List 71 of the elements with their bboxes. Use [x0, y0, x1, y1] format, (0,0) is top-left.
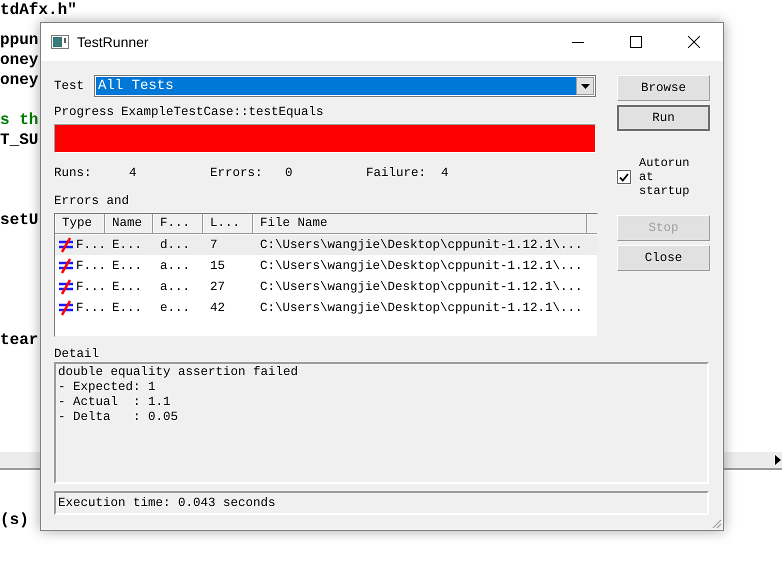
code-line: oney: [0, 50, 38, 70]
stat-label: Failure:: [366, 164, 428, 182]
table-cell-text: 15: [210, 258, 226, 275]
column-header[interactable]: Name: [105, 214, 153, 233]
table-cell-text: d...: [160, 236, 190, 254]
code-line: T_SU: [0, 130, 38, 150]
stat-value: 4: [441, 164, 449, 182]
code-line: s th: [0, 110, 38, 130]
table-cell-text: a...: [160, 258, 190, 275]
test-dropdown[interactable]: All Tests: [94, 75, 596, 97]
stat-label: Runs:: [54, 164, 93, 182]
table-cell-text: F...: [76, 258, 106, 275]
table-cell-text: 7: [210, 236, 218, 254]
table-cell-text: F...: [76, 300, 106, 317]
not-equal-icon: [58, 237, 74, 253]
table-cell-text: 42: [210, 300, 226, 317]
code-line: ppun: [0, 30, 38, 50]
test-label: Test: [54, 78, 86, 95]
table-cell-text: F...: [76, 278, 106, 296]
detail-line: - Expected: 1: [58, 380, 156, 395]
table-cell-text: E...: [112, 278, 142, 296]
dropdown-arrow-button[interactable]: [576, 77, 594, 95]
code-line: tdAfx.h": [0, 0, 77, 20]
table-cell-text: e...: [160, 300, 190, 317]
code-line: setU: [0, 210, 38, 230]
not-equal-icon: [58, 258, 74, 274]
column-header[interactable]: File Name: [253, 214, 587, 233]
dialog-button[interactable]: Close: [617, 245, 710, 271]
table-cell-text: C:\Users\wangjie\Desktop\cppunit-1.12.1\...: [260, 258, 583, 275]
column-header[interactable]: L...: [203, 214, 253, 233]
detail-label: Detail: [54, 346, 100, 361]
table-cell-text: E...: [112, 258, 142, 275]
error-row[interactable]: F... E... d... 7 C:\Users\wangjie\Desktop\cppunit-1.12.1\...: [55, 235, 597, 255]
errors-label: Errors and: [54, 193, 130, 208]
code-line: oney: [0, 70, 38, 90]
table-cell-text: E...: [112, 300, 142, 317]
table-cell-text: C:\Users\wangjie\Desktop\cppunit-1.12.1\...: [260, 278, 583, 296]
dropdown-value: All Tests: [96, 77, 576, 95]
code-line: (s): [0, 510, 29, 530]
table-cell-text: C:\Users\wangjie\Desktop\cppunit-1.12.1\...: [260, 236, 583, 254]
table-cell-text: F...: [76, 236, 106, 254]
stat-label: Errors:: [210, 164, 264, 182]
not-equal-icon: [58, 279, 74, 295]
column-header[interactable]: Type: [55, 214, 105, 233]
window-title: TestRunner: [77, 32, 149, 52]
progress-label: Progress: [54, 104, 114, 121]
column-header[interactable]: F...: [153, 214, 203, 233]
detail-line: - Actual : 1.1: [58, 395, 171, 410]
app-icon: [51, 35, 69, 49]
autorun-checkbox[interactable]: [617, 170, 631, 184]
detail-line: double equality assertion failed: [58, 365, 298, 380]
not-equal-icon: [58, 300, 74, 316]
autorun-label: Autorun at startup: [639, 156, 690, 198]
table-cell-text: C:\Users\wangjie\Desktop\cppunit-1.12.1\...: [260, 300, 583, 317]
dialog-button[interactable]: Run: [617, 105, 710, 131]
right-arrow-icon: [775, 455, 781, 465]
stat-value: 0: [285, 164, 293, 182]
checkmark-icon: [619, 172, 629, 182]
caret-icon: [580, 84, 590, 88]
code-line: tear: [0, 330, 38, 350]
detail-line: - Delta : 0.05: [58, 410, 178, 425]
resize-grip-icon: [710, 517, 722, 529]
table-cell-text: E...: [112, 236, 142, 254]
table-cell-text: a...: [160, 278, 190, 296]
current-test-name: ExampleTestCase::testEquals: [121, 104, 324, 121]
execution-time-text: Execution time: 0.043 seconds: [58, 494, 276, 512]
table-cell-text: 27: [210, 278, 226, 296]
dialog-button[interactable]: Browse: [617, 75, 710, 101]
stat-value: 4: [129, 164, 137, 182]
maximize-icon: [630, 36, 642, 48]
close-icon: [688, 36, 700, 48]
